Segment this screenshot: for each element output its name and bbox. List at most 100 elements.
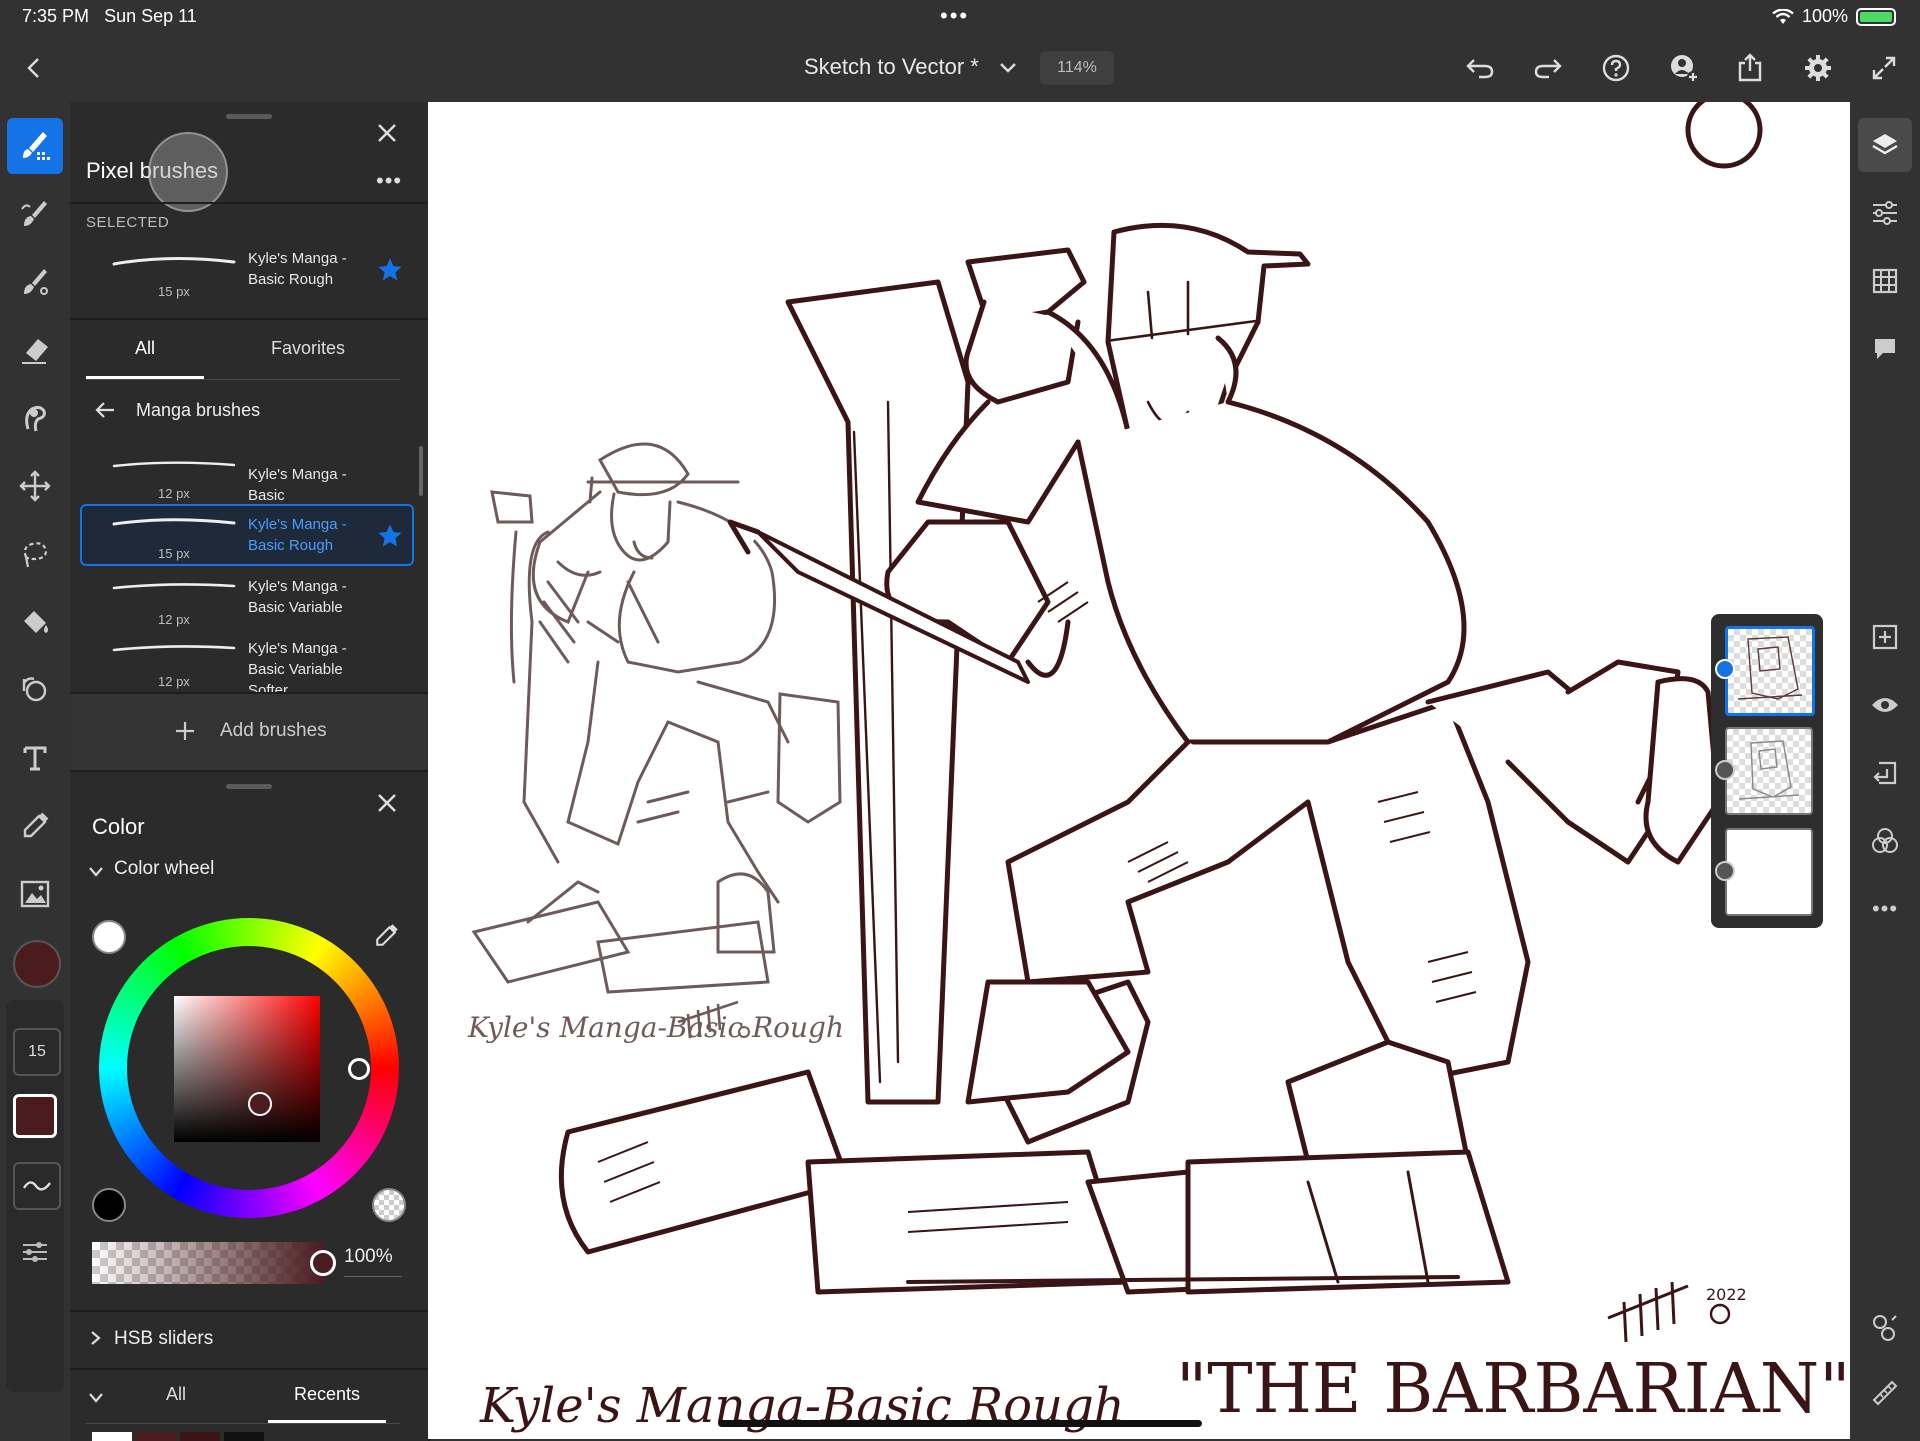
eraser-tool-icon[interactable] bbox=[7, 322, 63, 378]
comments-icon[interactable] bbox=[1858, 322, 1912, 376]
more-options-icon[interactable]: ••• bbox=[376, 168, 402, 194]
brush-stroke-preview bbox=[112, 256, 236, 266]
share-icon[interactable] bbox=[1730, 48, 1770, 88]
invite-user-icon[interactable] bbox=[1664, 48, 1704, 88]
add-layer-icon[interactable] bbox=[1858, 610, 1912, 664]
touch-shortcut-icon[interactable] bbox=[1858, 1300, 1912, 1354]
brush-category-title[interactable]: Manga brushes bbox=[136, 400, 260, 421]
vector-brush-tool-icon[interactable] bbox=[7, 254, 63, 310]
signature-year: 2022 bbox=[1706, 1285, 1747, 1304]
type-tool-icon[interactable] bbox=[7, 730, 63, 786]
redo-icon[interactable] bbox=[1528, 48, 1568, 88]
layer-thumbnail-sketch[interactable] bbox=[1725, 727, 1813, 815]
close-panel-icon[interactable] bbox=[376, 122, 398, 149]
black-swatch[interactable] bbox=[92, 1188, 126, 1222]
eyedropper-tool-icon[interactable] bbox=[7, 798, 63, 854]
smudge-tool-icon[interactable] bbox=[7, 390, 63, 446]
top-bar: Sketch to Vector * 114% bbox=[0, 34, 1920, 102]
selected-section-label: SELECTED bbox=[86, 214, 170, 231]
tab-favorites[interactable]: Favorites bbox=[228, 338, 388, 359]
image-layer-badge-icon bbox=[1715, 861, 1735, 881]
grid-icon[interactable] bbox=[1858, 254, 1912, 308]
zoom-level[interactable]: 114% bbox=[1040, 51, 1114, 85]
place-image-tool-icon[interactable] bbox=[7, 866, 63, 922]
layer-thumbnails-popup bbox=[1711, 614, 1823, 928]
blend-mode-icon[interactable] bbox=[1858, 814, 1912, 868]
lasso-selection-tool-icon[interactable] bbox=[7, 526, 63, 582]
brush-list-item[interactable]: 12 px Kyle's Manga - Basic Variable Soft… bbox=[80, 632, 418, 699]
undo-icon[interactable] bbox=[1460, 48, 1500, 88]
home-indicator[interactable] bbox=[718, 1420, 1202, 1427]
fullscreen-expand-icon[interactable] bbox=[1864, 48, 1904, 88]
swatch-tab-all[interactable]: All bbox=[126, 1384, 226, 1405]
hue-handle[interactable] bbox=[348, 1058, 370, 1080]
inked-barbarian-figure bbox=[558, 102, 1763, 1295]
status-indicators: 100% bbox=[1772, 6, 1896, 27]
brush-list-scrollbar[interactable] bbox=[419, 446, 423, 496]
drawing-canvas[interactable]: Kyle's Manga-Basic Rough Kyle's Manga-Ba… bbox=[428, 102, 1850, 1439]
saturation-brightness-square[interactable] bbox=[174, 996, 320, 1142]
document-title[interactable]: Sketch to Vector * bbox=[804, 54, 979, 80]
selected-brush-size: 15 px bbox=[158, 284, 190, 299]
pixel-layer-badge-icon bbox=[1715, 760, 1735, 780]
recent-swatch[interactable] bbox=[224, 1432, 264, 1441]
live-brush-tool-icon[interactable] bbox=[7, 186, 63, 242]
battery-percent: 100% bbox=[1801, 6, 1848, 26]
move-transform-tool-icon[interactable] bbox=[7, 458, 63, 514]
selected-brush-name: Kyle's Manga - Basic Rough bbox=[248, 250, 347, 288]
brush-list-item[interactable]: 15 px Kyle's Manga - Basic Rough bbox=[80, 508, 418, 566]
brush-list-item[interactable]: 12 px Kyle's Manga - Basic Variable bbox=[80, 570, 418, 628]
favorite-star-icon[interactable] bbox=[376, 256, 404, 284]
brush-list-item[interactable]: 12 px Kyle's Manga - Basic bbox=[80, 450, 418, 508]
ruler-icon[interactable] bbox=[1858, 1366, 1912, 1420]
swatch-tab-recents[interactable]: Recents bbox=[268, 1384, 386, 1405]
fill-bucket-tool-icon[interactable] bbox=[7, 594, 63, 650]
layers-icon[interactable] bbox=[1858, 118, 1912, 172]
color-panel: Color Color wheel 100% HSB sliders All R… bbox=[70, 770, 430, 1441]
opacity-value[interactable]: 100% bbox=[344, 1246, 393, 1268]
brush-name-label: Kyle's Manga - Basic bbox=[248, 466, 347, 504]
brush-size-value[interactable]: 15 bbox=[13, 1028, 61, 1076]
merge-down-icon[interactable] bbox=[1858, 746, 1912, 800]
back-chevron-icon[interactable] bbox=[14, 48, 54, 88]
hsb-sliders-section-label[interactable]: HSB sliders bbox=[114, 1328, 213, 1350]
chevron-right-icon[interactable] bbox=[90, 1330, 102, 1346]
current-color-square[interactable] bbox=[13, 1094, 57, 1138]
close-panel-icon[interactable] bbox=[376, 792, 398, 819]
color-wheel-section-label[interactable]: Color wheel bbox=[114, 858, 214, 880]
recent-swatch[interactable] bbox=[136, 1432, 176, 1441]
chevron-down-icon[interactable] bbox=[88, 1392, 104, 1404]
stroke-smoothing-icon[interactable] bbox=[13, 1162, 61, 1210]
opacity-slider[interactable] bbox=[92, 1242, 336, 1284]
panel-drag-handle[interactable] bbox=[226, 114, 272, 119]
more-layer-options-icon[interactable]: ••• bbox=[1858, 882, 1912, 936]
recent-swatch[interactable] bbox=[180, 1432, 220, 1441]
color-picker-swatch[interactable] bbox=[13, 940, 61, 988]
selected-brush-row[interactable]: 15 px Kyle's Manga - Basic Rough bbox=[80, 242, 418, 300]
pixel-layer-badge-icon bbox=[1715, 659, 1735, 679]
layer-properties-icon[interactable] bbox=[1858, 186, 1912, 240]
opacity-slider-handle[interactable] bbox=[310, 1250, 336, 1276]
title-chevron-down-icon[interactable] bbox=[988, 48, 1028, 88]
multitask-dots-icon[interactable]: ••• bbox=[940, 3, 969, 29]
transparent-swatch[interactable] bbox=[372, 1188, 406, 1222]
eyedropper-icon[interactable] bbox=[372, 922, 400, 950]
layer-thumbnail-ink[interactable] bbox=[1725, 626, 1815, 716]
brush-options-sliders-icon[interactable] bbox=[13, 1230, 57, 1274]
settings-gear-icon[interactable] bbox=[1798, 48, 1838, 88]
add-brushes-button[interactable]: Add brushes bbox=[70, 694, 428, 770]
color-picker-handle[interactable] bbox=[248, 1092, 272, 1116]
pixel-brush-tool-icon[interactable] bbox=[7, 118, 63, 174]
add-brushes-label: Add brushes bbox=[220, 720, 327, 741]
panel-drag-handle[interactable] bbox=[226, 784, 272, 789]
tab-all[interactable]: All bbox=[86, 338, 204, 359]
white-swatch[interactable] bbox=[92, 920, 126, 954]
help-icon[interactable] bbox=[1596, 48, 1636, 88]
visibility-eye-icon[interactable] bbox=[1858, 678, 1912, 732]
recent-swatch[interactable] bbox=[92, 1432, 132, 1441]
back-arrow-icon[interactable] bbox=[94, 400, 116, 420]
shapes-tool-icon[interactable] bbox=[7, 662, 63, 718]
chevron-down-icon[interactable] bbox=[88, 866, 104, 878]
layer-thumbnail-background[interactable] bbox=[1725, 828, 1813, 916]
favorite-star-icon[interactable] bbox=[376, 522, 404, 550]
